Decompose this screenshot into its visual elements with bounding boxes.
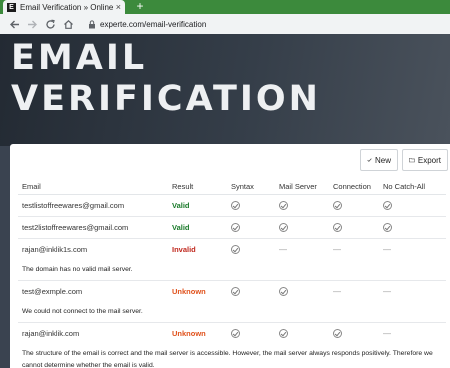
check-circle-icon [383, 200, 392, 210]
forward-icon[interactable] [24, 16, 40, 32]
check-circle-icon [333, 329, 342, 338]
reload-icon[interactable] [42, 16, 58, 32]
close-tab-icon[interactable]: × [116, 2, 121, 12]
header-mail-server[interactable]: Mail Server [275, 179, 329, 195]
table-row: test2listoffreewares@gmail.com Valid [18, 215, 446, 238]
results-table: Email Result Syntax Mail Server Connecti… [18, 179, 446, 368]
tab-title: Email Verification » Online Email [20, 2, 113, 12]
header-syntax[interactable]: Syntax [227, 179, 275, 195]
new-button[interactable]: New [360, 149, 398, 171]
message-row: The structure of the email is correct an… [18, 344, 446, 368]
check-circle-icon [231, 200, 240, 210]
check-circle-icon [279, 287, 288, 296]
header-no-catch-all[interactable]: No Catch-All [379, 179, 446, 195]
result-valid-cell: Valid [172, 200, 190, 210]
check-circle-icon [279, 329, 288, 338]
export-button-label: Export [417, 155, 441, 165]
favicon-icon: E [7, 2, 16, 12]
check-circle-icon [333, 222, 342, 232]
header-connection[interactable]: Connection [329, 179, 379, 195]
check-circle-icon [383, 222, 392, 232]
status-message: We could not connect to the mail server. [22, 308, 143, 316]
results-card: New Export Email Result Syntax Mail Serv… [10, 144, 450, 368]
new-button-label: New [374, 155, 391, 165]
table-row: rajan@inklik1s.com Invalid — — — [18, 237, 446, 260]
folder-icon [409, 157, 415, 163]
check-circle-icon [231, 287, 240, 296]
status-message: The structure of the email is correct an… [22, 350, 433, 368]
table-header-row: Email Result Syntax Mail Server Connecti… [18, 179, 446, 195]
url-text: experte.com/email-verification [100, 19, 207, 29]
check-circle-icon [279, 222, 288, 232]
email-cell: rajan@inklik1s.com [18, 237, 168, 260]
address-bar[interactable]: experte.com/email-verification [82, 16, 444, 32]
check-circle-icon [231, 245, 240, 254]
header-email[interactable]: Email [18, 179, 168, 195]
result-unknown-cell: Unknown [168, 321, 227, 344]
result-invalid-cell: Invalid [168, 237, 227, 260]
status-message: The domain has no valid mail server. [22, 266, 133, 274]
check-circle-icon [231, 222, 240, 232]
dash-icon: — [279, 244, 287, 254]
check-circle-icon [231, 329, 240, 338]
dash-icon: — [333, 244, 341, 254]
back-icon[interactable] [6, 16, 22, 32]
table-row: rajan@inklik.com Unknown — [18, 321, 446, 344]
email-cell: test@exmple.com [18, 279, 168, 302]
page-title: EMAIL VERIFICATION [11, 38, 321, 120]
check-circle-icon [333, 200, 342, 210]
result-unknown-cell: Unknown [168, 279, 227, 302]
lock-icon [88, 19, 96, 29]
dash-icon: — [333, 286, 341, 296]
dash-icon: — [383, 244, 391, 254]
check-circle-icon [279, 200, 288, 210]
result-valid-cell: Valid [168, 215, 227, 238]
export-button[interactable]: Export [402, 149, 448, 171]
tab-strip: E Email Verification » Online Email × + [0, 0, 450, 14]
email-cell: rajan@inklik.com [18, 321, 168, 344]
home-icon[interactable] [60, 16, 76, 32]
check-icon [367, 158, 372, 162]
message-row: We could not connect to the mail server. [18, 302, 446, 322]
table-row: testlistoffreewares@gmail.com Valid [18, 194, 446, 216]
message-row: The domain has no valid mail server. [18, 260, 446, 280]
dash-icon: — [383, 286, 391, 296]
header-result[interactable]: Result [168, 179, 227, 195]
browser-toolbar: experte.com/email-verification [0, 14, 450, 34]
title-line-1: EMAIL [11, 38, 148, 78]
dash-icon: — [383, 328, 391, 338]
title-line-2: VERIFICATION [11, 79, 321, 119]
browser-tab[interactable]: E Email Verification » Online Email × [3, 0, 125, 14]
email-cell: testlistoffreewares@gmail.com [22, 200, 125, 210]
hero-banner: EMAIL VERIFICATION [0, 34, 450, 146]
email-cell: test2listoffreewares@gmail.com [18, 215, 168, 238]
action-bar: New Export [360, 149, 448, 171]
table-row: test@exmple.com Unknown — — [18, 279, 446, 302]
new-tab-icon[interactable]: + [133, 0, 147, 14]
